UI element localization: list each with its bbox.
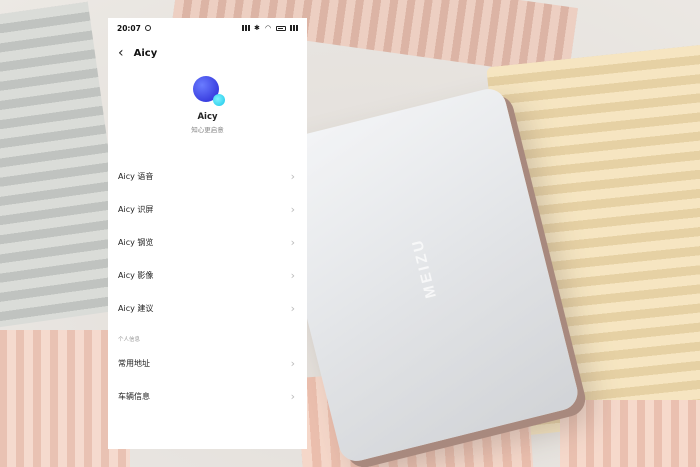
nav-bar: ‹ Aicy	[108, 38, 307, 68]
cellular-icon	[290, 25, 298, 31]
chevron-left-icon[interactable]: ‹	[118, 46, 124, 60]
page-title: Aicy	[133, 47, 158, 59]
menu-item-label: Aicy 钢览	[118, 238, 154, 247]
menu-item-aicy-image[interactable]: Aicy 影像 ›	[108, 259, 307, 292]
signal-icon	[242, 25, 250, 31]
background-photo: MEIZU	[0, 0, 700, 467]
menu-item-label: 车辆信息	[118, 392, 150, 401]
menu-item-label: Aicy 识屏	[118, 205, 154, 214]
battery-icon	[276, 25, 286, 31]
alarm-icon	[144, 25, 151, 31]
profile-header: Aicy 知心更启意	[108, 68, 307, 156]
feature-list: Aicy 语音 › Aicy 识屏 › Aicy 钢览 › Aicy 影像 › …	[108, 160, 307, 413]
menu-item-label: Aicy 建议	[118, 304, 154, 313]
menu-item-vehicle-info[interactable]: 车辆信息 ›	[108, 380, 307, 413]
menu-item-aicy-browse[interactable]: Aicy 钢览 ›	[108, 226, 307, 259]
wifi-icon: ◠	[265, 24, 272, 32]
chevron-right-icon: ›	[290, 357, 295, 370]
chevron-right-icon: ›	[290, 236, 295, 249]
menu-item-aicy-suggest[interactable]: Aicy 建议 ›	[108, 292, 307, 325]
menu-item-label: Aicy 影像	[118, 271, 154, 280]
status-time: 20:07	[117, 23, 141, 33]
app-name: Aicy	[197, 112, 218, 122]
status-bar: 20:07 ✱ ◠	[108, 18, 307, 38]
menu-item-common-address[interactable]: 常用地址 ›	[108, 347, 307, 380]
menu-item-aicy-screen[interactable]: Aicy 识屏 ›	[108, 193, 307, 226]
chevron-right-icon: ›	[290, 390, 295, 403]
chevron-right-icon: ›	[290, 269, 295, 282]
app-tagline: 知心更启意	[191, 126, 224, 134]
menu-item-label: 常用地址	[118, 359, 150, 368]
section-personal-info: 个人信息	[118, 337, 141, 343]
bluetooth-icon: ✱	[254, 24, 260, 32]
chevron-right-icon: ›	[290, 302, 295, 315]
chevron-right-icon: ›	[290, 170, 295, 183]
menu-item-label: Aicy 语音	[118, 172, 154, 181]
chevron-right-icon: ›	[290, 203, 295, 216]
menu-item-aicy-voice[interactable]: Aicy 语音 ›	[108, 160, 307, 193]
aicy-logo-icon	[192, 76, 225, 106]
phone-screen: 20:07 ✱ ◠ ‹ Aicy Aicy 知心更启意 Aicy 语音 › Ai…	[108, 18, 307, 449]
